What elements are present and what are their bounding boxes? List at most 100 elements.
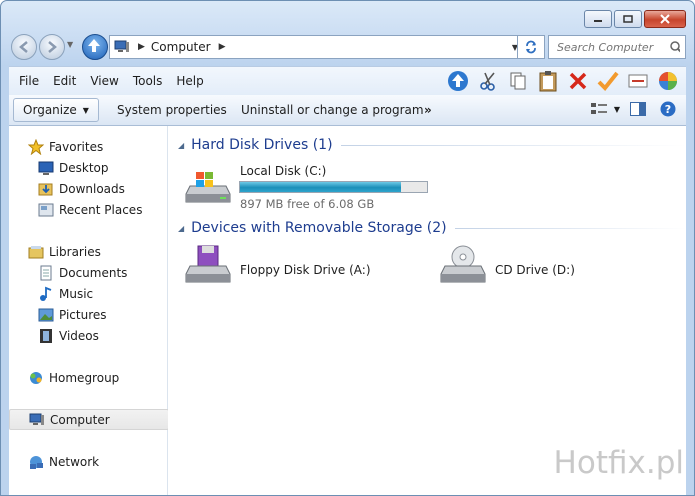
minimize-icon <box>594 20 602 22</box>
downloads-folder-icon <box>38 183 53 195</box>
drive-usage-bar <box>239 181 428 193</box>
uninstall-program-button[interactable]: Uninstall or change a program <box>241 103 424 117</box>
nav-favorites-label: Favorites <box>49 139 104 154</box>
drive-cd[interactable]: CD Drive (D:) <box>439 244 639 292</box>
group-hard-disk-drives[interactable]: ◢ Hard Disk Drives (1) <box>178 135 686 155</box>
maximize-icon <box>623 15 633 23</box>
group-divider <box>454 227 686 229</box>
menu-file[interactable]: File <box>19 74 39 88</box>
preview-pane-button[interactable] <box>630 102 646 119</box>
group-divider <box>340 144 686 146</box>
checkmark-icon[interactable] <box>596 69 620 93</box>
menu-view[interactable]: View <box>90 74 118 88</box>
nav-pictures[interactable]: Pictures <box>9 304 167 325</box>
nav-recent-places-label: Recent Places <box>59 202 143 217</box>
menu-help[interactable]: Help <box>176 74 203 88</box>
forward-button[interactable] <box>39 34 65 60</box>
preview-pane-icon <box>630 102 646 116</box>
view-options-button[interactable]: ▼ <box>590 101 620 117</box>
nav-desktop[interactable]: Desktop <box>9 157 167 178</box>
breadcrumb-separator-icon[interactable]: ▶ <box>138 42 145 52</box>
organize-dropdown-icon: ▼ <box>82 105 89 115</box>
content-pane: ◢ Hard Disk Drives (1) Local Disk (C:) 8… <box>168 126 686 495</box>
search-box[interactable] <box>548 35 686 59</box>
nav-documents[interactable]: Documents <box>9 262 167 283</box>
back-button[interactable] <box>11 34 37 60</box>
properties-icon[interactable] <box>656 69 680 93</box>
help-button[interactable]: ? <box>660 101 676 120</box>
star-icon <box>28 138 44 155</box>
command-bar: Organize ▼ System properties Uninstall o… <box>9 95 686 126</box>
videos-icon <box>40 328 52 343</box>
nav-videos[interactable]: Videos <box>9 325 167 346</box>
homegroup-icon <box>30 371 42 384</box>
up-icon[interactable] <box>446 69 470 93</box>
copy-icon[interactable] <box>506 69 530 93</box>
music-icon <box>40 286 52 301</box>
up-button[interactable] <box>82 34 108 60</box>
drive-free-space: 897 MB free of 6.08 GB <box>240 197 375 211</box>
nav-downloads[interactable]: Downloads <box>9 178 167 199</box>
recent-places-icon <box>38 203 54 216</box>
drive-floppy-name: Floppy Disk Drive (A:) <box>240 263 371 277</box>
nav-libraries[interactable]: Libraries <box>9 241 167 262</box>
view-dropdown-icon[interactable]: ▼ <box>614 105 620 114</box>
drive-cd-name: CD Drive (D:) <box>495 263 575 277</box>
more-commands-button[interactable]: » <box>424 103 432 117</box>
close-icon <box>660 14 670 24</box>
drive-local-disk[interactable]: Local Disk (C:) 897 MB free of 6.08 GB <box>184 162 434 212</box>
paste-icon[interactable] <box>536 69 560 93</box>
refresh-button[interactable] <box>517 35 545 59</box>
caption-buttons <box>584 10 686 28</box>
nav-music[interactable]: Music <box>9 283 167 304</box>
address-bar[interactable]: ▶ Computer ▶ ▼ <box>109 35 525 59</box>
menu-tools[interactable]: Tools <box>133 74 163 88</box>
breadcrumb-separator-icon[interactable]: ▶ <box>219 42 226 52</box>
nav-homegroup[interactable]: Homegroup <box>9 367 167 388</box>
drive-local-disk-name: Local Disk (C:) <box>240 164 327 178</box>
svg-text:?: ? <box>665 103 671 116</box>
nav-videos-label: Videos <box>59 328 99 343</box>
search-input[interactable] <box>555 39 669 55</box>
minimize-button[interactable] <box>584 10 612 28</box>
cd-drive-icon <box>440 245 486 283</box>
collapse-triangle-icon[interactable]: ◢ <box>178 141 184 150</box>
maximize-button[interactable] <box>614 10 642 28</box>
organize-button[interactable]: Organize ▼ <box>13 98 99 122</box>
refresh-icon <box>526 40 536 54</box>
nav-favorites[interactable]: Favorites <box>9 136 167 157</box>
group-title: Hard Disk Drives (1) <box>191 137 333 153</box>
breadcrumb-computer[interactable]: Computer <box>151 40 211 54</box>
documents-icon <box>40 265 52 280</box>
nav-recent-places[interactable]: Recent Places <box>9 199 167 220</box>
network-icon <box>30 455 43 469</box>
group-title: Devices with Removable Storage (2) <box>191 220 447 236</box>
computer-icon <box>29 413 44 425</box>
system-properties-button[interactable]: System properties <box>117 103 227 117</box>
cut-icon[interactable] <box>476 69 500 93</box>
search-icon <box>670 41 680 53</box>
nav-computer-label: Computer <box>50 412 110 427</box>
close-button[interactable] <box>644 10 686 28</box>
nav-desktop-label: Desktop <box>59 160 109 175</box>
group-removable-storage[interactable]: ◢ Devices with Removable Storage (2) <box>178 218 686 238</box>
explorer-window: ▼ ▶ Computer ▶ ▼ File Edit View Tools He… <box>0 0 695 496</box>
drive-floppy[interactable]: Floppy Disk Drive (A:) <box>184 244 384 292</box>
forward-arrow-icon <box>48 41 57 53</box>
nav-computer[interactable]: Computer <box>9 409 169 430</box>
delete-icon[interactable] <box>566 69 590 93</box>
collapse-triangle-icon[interactable]: ◢ <box>178 224 184 233</box>
menu-bar: File Edit View Tools Help <box>9 66 686 96</box>
computer-icon <box>114 40 129 52</box>
drive-usage-fill <box>240 182 401 192</box>
nav-pictures-label: Pictures <box>59 307 107 322</box>
hard-drive-windows-icon <box>185 172 231 203</box>
nav-documents-label: Documents <box>59 265 128 280</box>
menu-edit[interactable]: Edit <box>53 74 76 88</box>
back-arrow-icon <box>19 41 28 53</box>
nav-music-label: Music <box>59 286 94 301</box>
nav-homegroup-label: Homegroup <box>49 370 120 385</box>
recent-pages-chevron-icon[interactable]: ▼ <box>67 40 73 49</box>
nav-network[interactable]: Network <box>9 451 167 472</box>
rename-icon[interactable] <box>626 69 650 93</box>
